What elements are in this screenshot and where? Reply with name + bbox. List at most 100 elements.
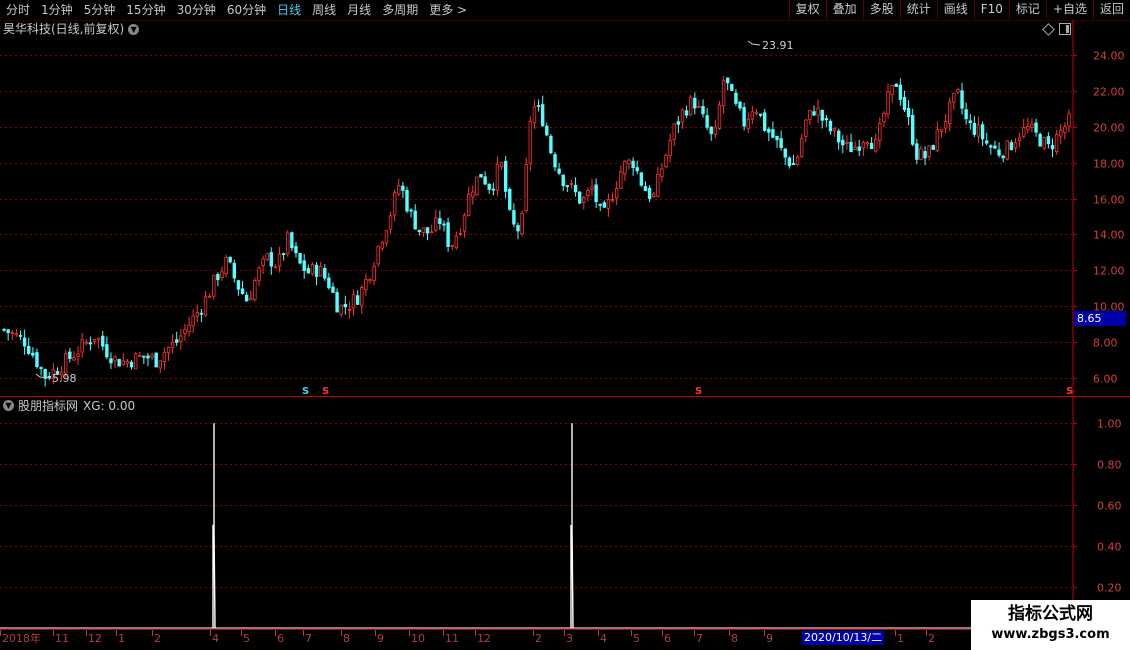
candle-body [142, 355, 146, 358]
candle-body [462, 214, 467, 232]
candle-body [865, 142, 870, 145]
candle-body [417, 229, 422, 232]
candle-body [635, 167, 639, 172]
chevron-down-icon[interactable]: ▼ [3, 400, 14, 411]
candle-body [935, 129, 940, 152]
candle-body [828, 120, 833, 132]
candle-body [693, 97, 697, 109]
candle-body [179, 335, 183, 342]
candle-body [471, 191, 475, 198]
candle-body [224, 257, 228, 275]
candle-body [927, 145, 931, 157]
candle-body [203, 296, 208, 316]
candle-body [836, 130, 841, 143]
candle-body [717, 104, 722, 129]
chart-canvas[interactable]: 24.0022.0020.0018.0016.0014.0012.0010.00… [0, 0, 1130, 650]
y-tick-label: 8.00 [1093, 337, 1118, 350]
date-tick-mark [0, 630, 1, 636]
date-tick-mark [152, 630, 153, 636]
candle-body [154, 352, 158, 368]
candle-body [442, 223, 446, 226]
indicator-y-tick: 1.00 [1097, 418, 1122, 431]
candle-body [906, 107, 911, 118]
date-tick-mark [598, 630, 599, 636]
watermark-url: www.zbgs3.com [991, 627, 1110, 642]
low-annotation: 5.98 [52, 372, 77, 385]
candle-body [627, 159, 631, 165]
date-tick-mark [662, 630, 663, 636]
candle-body [314, 264, 319, 277]
candle-body [1050, 144, 1055, 150]
candle-body [750, 111, 755, 120]
candle-body [397, 185, 401, 195]
candle-body [878, 123, 882, 141]
date-tick-mark [694, 630, 695, 636]
candle-body [318, 266, 323, 277]
candle-body [220, 271, 224, 278]
candle-body [976, 124, 981, 137]
date-tick: 4 [600, 632, 607, 645]
candle-body [1013, 142, 1018, 149]
candle-body [207, 295, 212, 298]
date-tick-mark [926, 630, 927, 636]
candle-body [166, 346, 171, 354]
candle-body [651, 193, 656, 197]
candle-body [483, 176, 487, 185]
date-tick-mark [764, 630, 765, 636]
candle-body [368, 278, 372, 282]
candle-body [150, 354, 154, 358]
candle-body [528, 120, 533, 164]
candle-body [68, 351, 72, 359]
candle-body [249, 297, 253, 301]
candle-body [273, 266, 278, 269]
candle-body [191, 315, 195, 327]
date-tick: 1 [118, 632, 125, 645]
date-tick: 2 [535, 632, 542, 645]
date-tick-mark [475, 630, 476, 636]
candle-body [454, 235, 459, 249]
candle-body [660, 168, 664, 177]
candle-body [302, 260, 306, 271]
candle-body [697, 106, 701, 108]
candle-body [146, 355, 150, 359]
candle-body [421, 227, 426, 233]
date-tick-mark [86, 630, 87, 636]
date-tick: 11 [445, 632, 459, 645]
date-tick-mark [210, 630, 211, 636]
candle-body [277, 253, 282, 267]
candle-body [479, 173, 483, 178]
candle-body [890, 85, 894, 95]
candle-body [384, 230, 389, 244]
candle-body [532, 106, 537, 123]
candle-body [10, 332, 14, 334]
candle-body [610, 199, 615, 202]
candle-body [894, 83, 898, 87]
candle-body [405, 190, 409, 212]
candle-body [298, 253, 302, 264]
watermark-title: 指标公式网 [1008, 604, 1093, 624]
y-tick-label: 22.00 [1093, 86, 1125, 99]
candle-body [701, 106, 705, 115]
candle-body [902, 96, 907, 111]
date-tick: 12 [88, 632, 102, 645]
watermark-logo: 指标公式网 www.zbgs3.com [971, 600, 1130, 650]
candle-body [175, 339, 179, 343]
candle-body [138, 355, 142, 358]
candle-body [577, 191, 582, 204]
candle-body [598, 203, 602, 206]
candle-body [1009, 142, 1014, 151]
candle-body [943, 120, 948, 129]
candle-body [590, 186, 594, 190]
candle-body [684, 110, 689, 116]
candle-body [261, 258, 265, 266]
candle-body [133, 353, 138, 370]
candle-body [253, 280, 257, 300]
candle-body [524, 164, 528, 212]
candle-body [656, 174, 660, 197]
candle-body [725, 77, 730, 84]
candle-body [972, 122, 977, 135]
candle-body [516, 225, 520, 232]
candle-body [586, 190, 590, 196]
candle-body [495, 163, 500, 191]
candle-body [14, 333, 19, 336]
